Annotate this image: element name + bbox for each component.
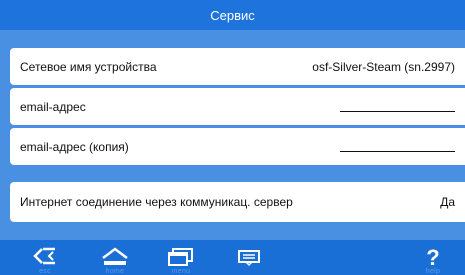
setting-value: osf-Silver-Steam (sn.2997) [312, 59, 455, 74]
title-bar: Сервис [0, 0, 465, 30]
setting-label: email-адрес (копия) [20, 139, 129, 154]
menu-label: menu [171, 268, 191, 275]
esc-button[interactable]: esc [22, 240, 68, 275]
menu-button[interactable]: menu [158, 240, 204, 275]
page-title: Сервис [210, 7, 255, 23]
setting-row-email[interactable]: email-адрес [10, 88, 465, 125]
empty-value-line [340, 151, 455, 152]
help-label: help [425, 268, 441, 275]
esc-label: esc [39, 268, 51, 275]
setting-row-email-copy[interactable]: email-адрес (копия) [10, 128, 465, 165]
back-icon [33, 247, 55, 265]
svg-text:?: ? [426, 247, 439, 269]
setting-row-device-name[interactable]: Сетевое имя устройства osf-Silver-Steam … [10, 48, 465, 85]
empty-value-line [340, 111, 455, 112]
help-icon: ? [426, 247, 439, 269]
message-icon [238, 250, 260, 267]
message-button[interactable] [226, 240, 272, 275]
setting-value: Да [440, 195, 455, 209]
home-label: home [105, 268, 125, 275]
setting-label: Интернет соединение через коммуникац. се… [20, 195, 293, 209]
settings-panel: Сетевое имя устройства osf-Silver-Steam … [0, 30, 465, 240]
setting-label: email-адрес [20, 99, 86, 114]
bottom-nav-bar: esc home menu ? help [0, 240, 465, 275]
windows-icon [168, 248, 193, 266]
home-button[interactable]: home [92, 240, 138, 275]
home-icon [102, 247, 128, 265]
setting-row-internet-connection[interactable]: Интернет соединение через коммуникац. се… [10, 182, 465, 222]
help-button[interactable]: ? help [410, 240, 456, 275]
setting-label: Сетевое имя устройства [20, 59, 157, 74]
